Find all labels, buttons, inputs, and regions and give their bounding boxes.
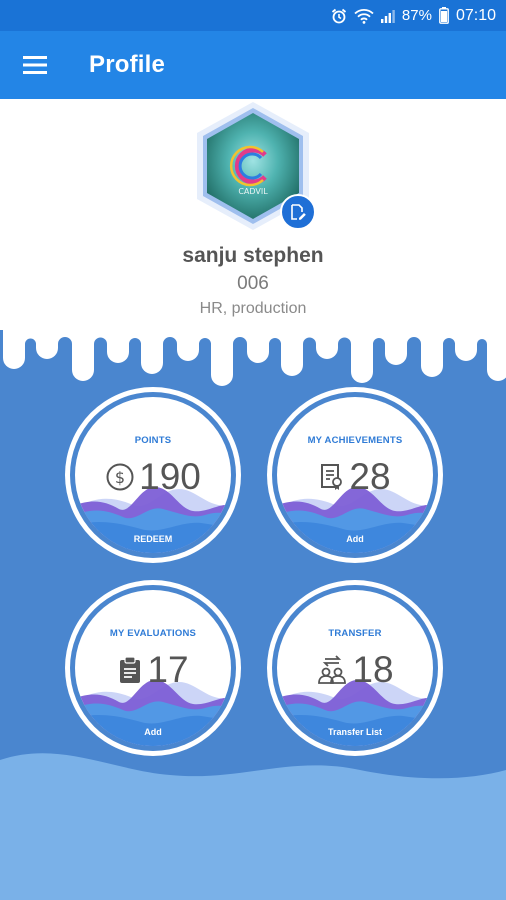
dollar-coin-icon: $ [105,462,135,492]
avatar-logo-text: CADVIL [238,187,268,196]
card-title: MY EVALUATIONS [109,628,197,639]
edit-document-icon [291,204,306,220]
hamburger-menu-icon [23,56,47,74]
people-transfer-icon [316,655,348,685]
add-evaluation-button[interactable]: Add [75,727,231,737]
redeem-button[interactable]: REDEEM [75,534,231,544]
profile-avatar[interactable]: CADVIL [193,100,316,232]
points-value: 190 [139,456,201,497]
alarm-icon [331,8,347,24]
points-card[interactable]: POINTS $ 190 REDEEM [65,387,241,563]
page-title: Profile [89,51,166,78]
employee-id: 006 [237,273,269,294]
transfer-card[interactable]: TRANSFER 18 Transfer List [267,580,443,756]
svg-text:$: $ [115,468,125,487]
wifi-icon [354,8,374,24]
app-bar: Profile [0,31,506,99]
user-name: sanju stephen [182,244,324,267]
signal-icon [380,9,395,23]
clipboard-icon [117,655,143,685]
transfer-value: 18 [352,649,394,690]
certificate-icon [319,462,345,492]
achievements-card[interactable]: MY ACHIEVEMENTS 28 Add [267,387,443,563]
menu-button[interactable] [0,31,70,99]
add-achievement-button[interactable]: Add [277,534,433,544]
card-title: MY ACHIEVEMENTS [307,435,403,446]
status-bar: 87% 07:10 [0,0,506,31]
department: HR, production [199,300,307,317]
edit-profile-button[interactable] [280,194,316,230]
card-title: POINTS [134,435,172,446]
battery-icon [439,7,449,24]
transfer-list-button[interactable]: Transfer List [277,727,433,737]
evaluations-card[interactable]: MY EVALUATIONS 17 Add [65,580,241,756]
battery-percent: 87% [401,7,432,24]
achievements-value: 28 [349,456,391,497]
evaluations-value: 17 [147,649,189,690]
clock: 07:10 [455,6,496,24]
card-title: TRANSFER [328,628,382,639]
